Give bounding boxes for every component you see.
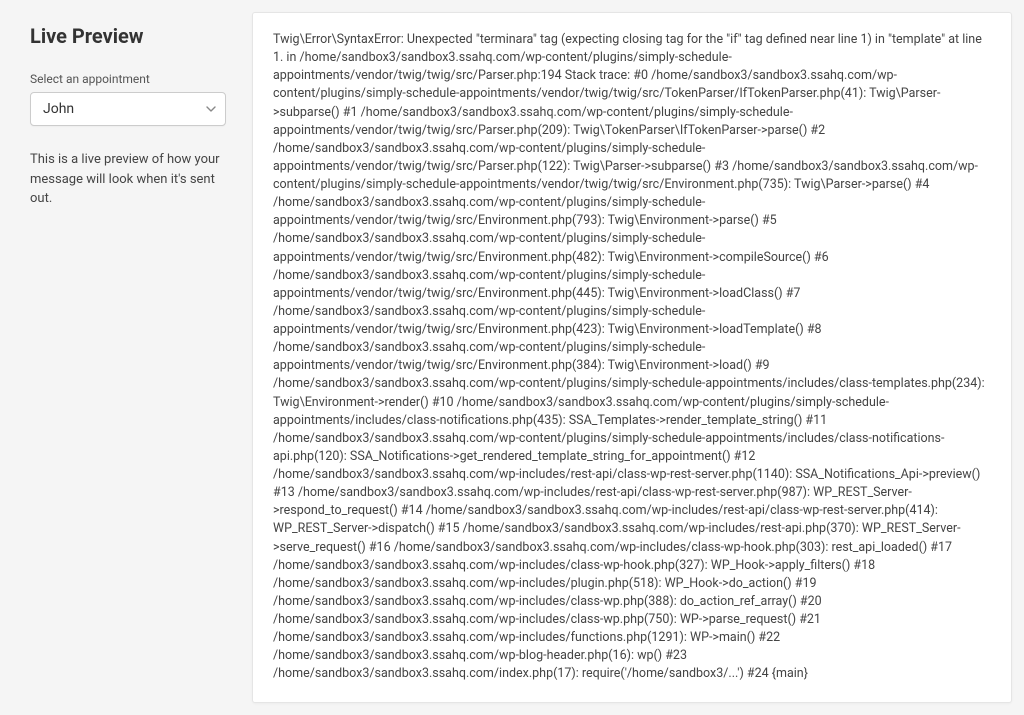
page-container: Live Preview Select an appointment John … — [12, 12, 1012, 703]
preview-panel: Twig\Error\SyntaxError: Unexpected "term… — [252, 12, 1012, 703]
appointment-select[interactable]: John — [30, 92, 226, 126]
preview-help-text: This is a live preview of how your messa… — [30, 150, 226, 209]
section-title: Live Preview — [30, 24, 226, 48]
error-stack-trace: Twig\Error\SyntaxError: Unexpected "term… — [273, 31, 991, 684]
appointment-select-label: Select an appointment — [30, 72, 226, 86]
appointment-select-value[interactable]: John — [30, 92, 226, 126]
live-preview-sidebar: Live Preview Select an appointment John … — [12, 12, 232, 703]
